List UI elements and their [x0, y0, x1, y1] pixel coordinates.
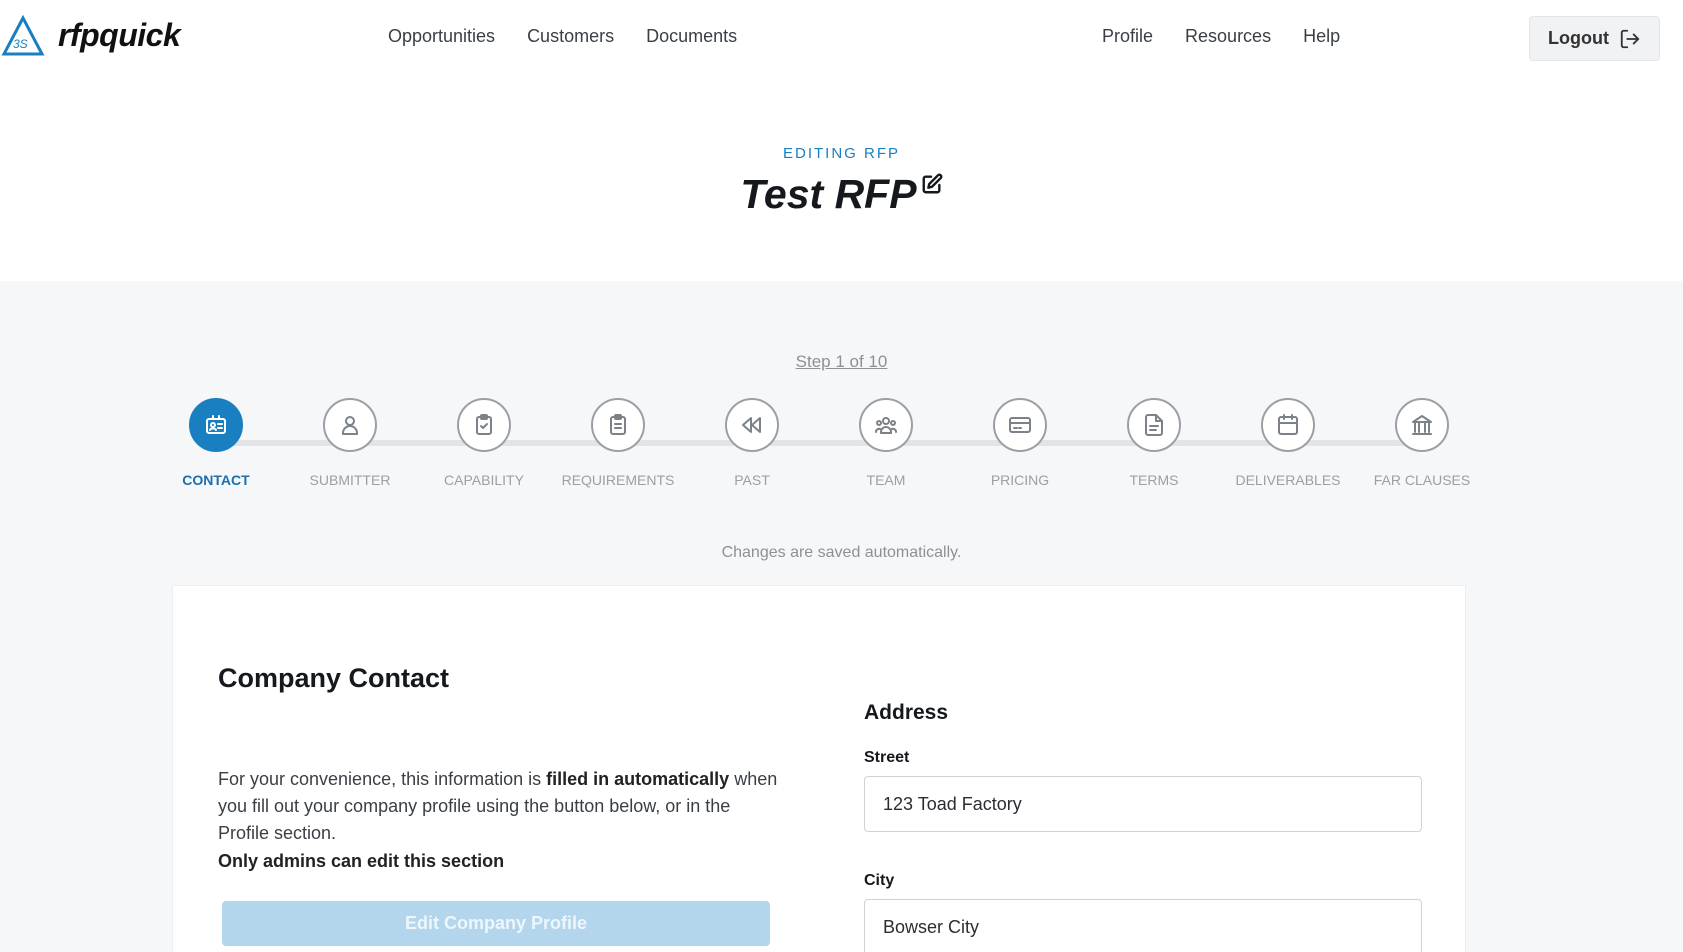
edit-company-profile-button[interactable]: Edit Company Profile [222, 901, 770, 946]
step-circle [1127, 398, 1181, 452]
step-label: PRICING [990, 472, 1050, 488]
nav-resources[interactable]: Resources [1185, 26, 1271, 47]
brand-name: rfpquick [58, 16, 181, 53]
step-circle [993, 398, 1047, 452]
brand-logo[interactable]: 3S rfpquick [0, 12, 181, 58]
address-heading: Address [864, 701, 949, 724]
admin-only-note: Only admins can edit this section [218, 851, 505, 871]
autosave-note: Changes are saved automatically. [721, 544, 962, 561]
step-past[interactable]: PAST [682, 398, 822, 488]
step-label: PAST [734, 472, 770, 488]
city-label: City [864, 872, 895, 889]
clipboard-list-icon [610, 414, 626, 435]
step-submitter[interactable]: SUBMITTER [280, 398, 420, 488]
nav-opportunities[interactable]: Opportunities [388, 26, 495, 47]
wizard-stepper: CONTACT SUBMITTER CAPABILITY REQUIREMENT… [0, 398, 1683, 498]
nav-help[interactable]: Help [1303, 26, 1340, 47]
clipboard-check-icon [476, 414, 492, 435]
step-label: TERMS [1129, 472, 1179, 488]
step-circle [1395, 398, 1449, 452]
rewind-icon [742, 417, 761, 433]
desc-bold: filled in automatically [546, 769, 730, 789]
card-title: Company Contact [218, 663, 450, 693]
step-label: TEAM [866, 472, 906, 488]
page-title-row: Test RFP [0, 171, 1683, 218]
card-description: For your convenience, this information i… [218, 766, 778, 847]
calendar-icon [1278, 414, 1298, 435]
edit-title-icon[interactable] [921, 173, 943, 195]
secondary-nav: Profile Resources Help [1102, 26, 1340, 47]
document-icon [1145, 414, 1163, 436]
logout-button[interactable]: Logout [1529, 16, 1660, 61]
step-label: CONTACT [182, 472, 250, 488]
company-contact-card: Company Contact For your convenience, th… [172, 585, 1466, 952]
step-pricing[interactable]: PRICING [950, 398, 1090, 488]
step-label: CAPABILITY [444, 472, 524, 488]
city-input[interactable] [864, 899, 1422, 952]
step-terms[interactable]: TERMS [1084, 398, 1224, 488]
step-far-clauses[interactable]: FAR CLAUSES [1352, 398, 1492, 488]
step-counter[interactable]: Step 1 of 10 [0, 352, 1683, 372]
contact-card-icon [206, 415, 226, 434]
step-capability[interactable]: CAPABILITY [414, 398, 554, 488]
step-contact[interactable]: CONTACT [146, 398, 286, 488]
step-circle [591, 398, 645, 452]
logout-icon [1620, 29, 1640, 48]
step-deliverables[interactable]: DELIVERABLES [1218, 398, 1358, 488]
person-icon [342, 416, 358, 435]
logout-label: Logout [1548, 28, 1609, 48]
step-label: REQUIREMENTS [561, 472, 675, 488]
page-title: Test RFP [740, 171, 917, 217]
credit-card-icon [1009, 417, 1031, 433]
editing-eyebrow: EDITING RFP [782, 145, 900, 162]
nav-profile[interactable]: Profile [1102, 26, 1153, 47]
step-label: SUBMITTER [309, 472, 391, 488]
desc-part-1: For your convenience, this information i… [218, 769, 547, 789]
nav-customers[interactable]: Customers [527, 26, 614, 47]
step-label: FAR CLAUSES [1373, 472, 1471, 488]
street-input[interactable] [864, 776, 1422, 832]
top-navbar: 3S rfpquick Opportunities Customers Docu… [0, 0, 1683, 78]
svg-text:3S: 3S [13, 37, 28, 51]
step-circle [457, 398, 511, 452]
step-circle [323, 398, 377, 452]
street-label: Street [864, 749, 910, 766]
step-circle [1261, 398, 1315, 452]
primary-nav: Opportunities Customers Documents [388, 26, 737, 47]
team-icon [875, 417, 897, 434]
step-team[interactable]: TEAM [816, 398, 956, 488]
step-circle [189, 398, 243, 452]
step-requirements[interactable]: REQUIREMENTS [548, 398, 688, 488]
step-circle [859, 398, 913, 452]
nav-documents[interactable]: Documents [646, 26, 737, 47]
bank-icon [1412, 415, 1432, 435]
step-circle [725, 398, 779, 452]
step-label: DELIVERABLES [1235, 472, 1341, 488]
rfp-title-section: EDITING RFP Test RFP [0, 78, 1683, 281]
logo-triangle-icon: 3S [1, 14, 45, 56]
